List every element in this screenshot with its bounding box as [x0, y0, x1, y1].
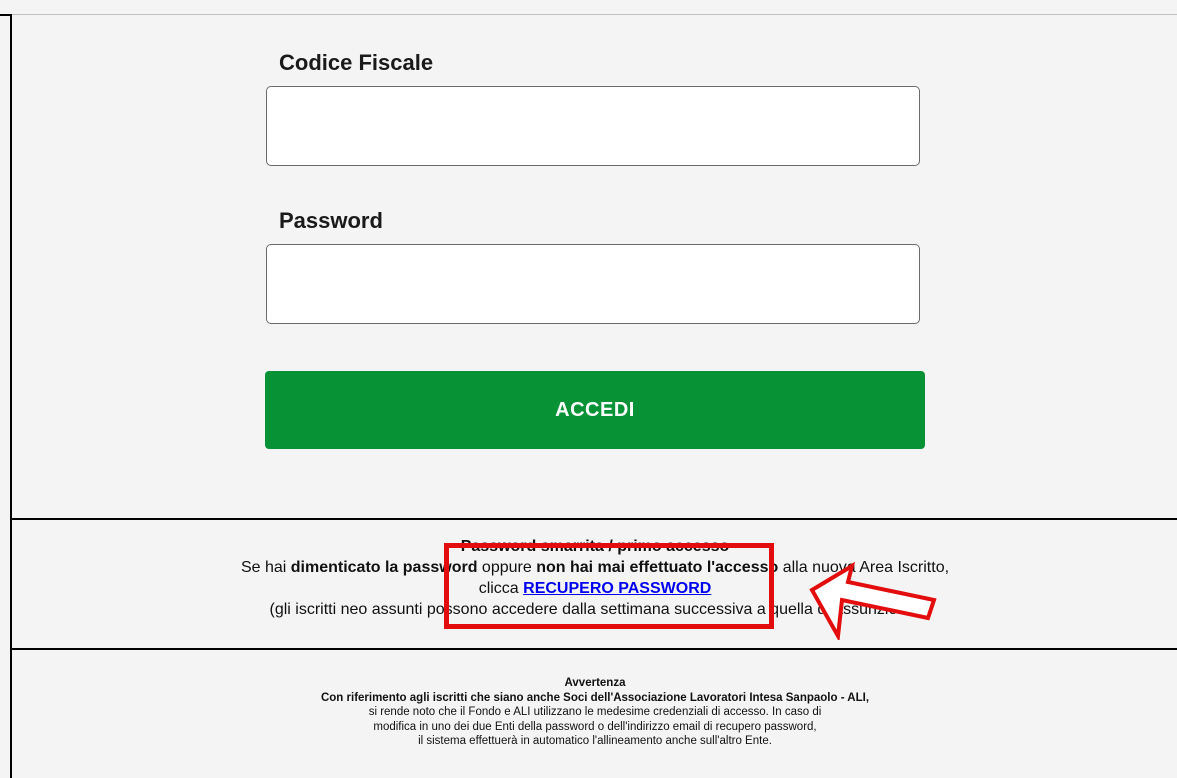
warning-section: Avvertenza Con riferimento agli iscritti… [120, 676, 1070, 749]
warning-line1: Con riferimento agli iscritti che siano … [320, 691, 870, 704]
left-border [10, 14, 12, 778]
divider-top [10, 518, 1177, 520]
warning-title: Avvertenza [564, 677, 626, 689]
warning-line2: si rende noto che il Fondo e ALI utilizz… [368, 706, 822, 718]
line1-text-a: Se hai [240, 559, 291, 576]
top-border [0, 14, 1177, 15]
red-arrow-icon [809, 561, 937, 640]
divider-bottom [10, 648, 1177, 650]
warning-line3: modifica in uno dei due Enti della passw… [373, 720, 817, 733]
codice-fiscale-label: Codice Fiscale [279, 50, 434, 75]
password-label: Password [279, 208, 383, 233]
accedi-button[interactable]: ACCEDI [265, 371, 925, 449]
highlight-box [444, 543, 774, 629]
password-input[interactable] [266, 244, 920, 324]
codice-fiscale-input[interactable] [266, 86, 920, 166]
warning-line4: il sistema effettuerà in automatico l'al… [418, 735, 772, 747]
